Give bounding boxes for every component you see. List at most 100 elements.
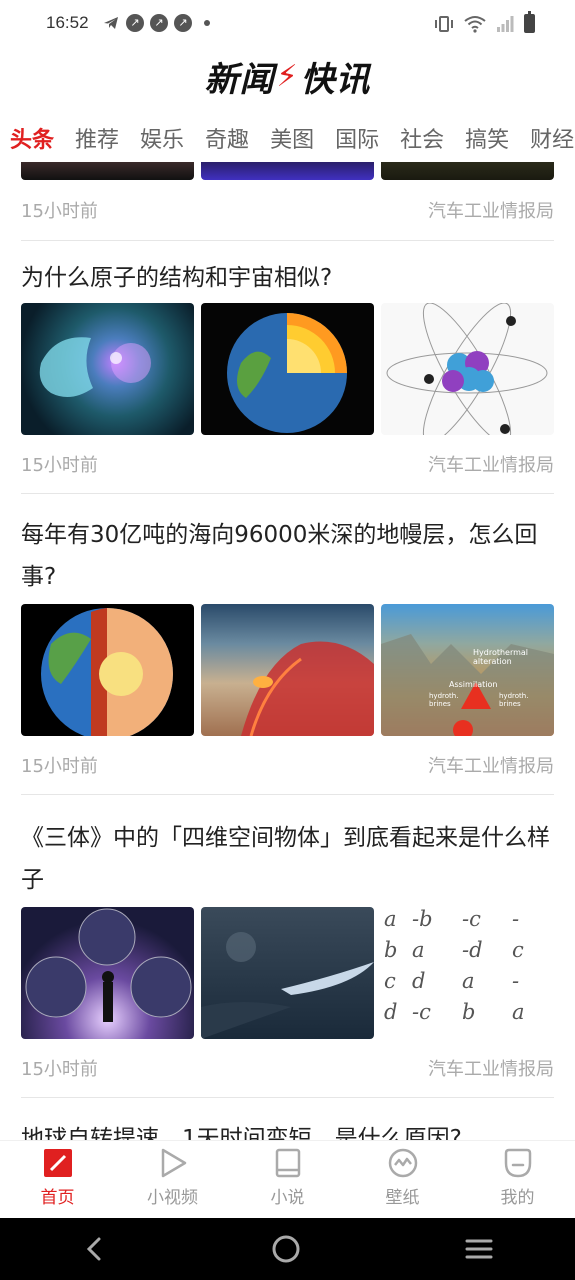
matrix-cell: b bbox=[462, 1000, 476, 1024]
article-title[interactable]: 《三体》中的「四维空间物体」到底看起来是什么样子 bbox=[0, 795, 575, 907]
subduction-image[interactable] bbox=[201, 604, 374, 736]
article-time: 15小时前 bbox=[21, 201, 98, 222]
logo-text-1: 新闻 bbox=[204, 60, 275, 100]
article-title[interactable]: 地球自转提速，1天时间变短，是什么原因? bbox=[0, 1098, 575, 1140]
atom-model-image[interactable] bbox=[381, 303, 554, 435]
matrix-cell: c bbox=[512, 938, 524, 962]
status-time: 16:52 bbox=[46, 13, 89, 32]
app-notification-icon: ↗ bbox=[150, 14, 168, 32]
article-meta: 15小时前 汽车工业情报局 bbox=[0, 180, 575, 240]
matrix-cell: a bbox=[412, 938, 425, 962]
article-card[interactable]: 《三体》中的「四维空间物体」到底看起来是什么样子 a -b -c - b a -d c cd… bbox=[0, 795, 575, 1097]
back-icon[interactable] bbox=[81, 1235, 109, 1263]
hydro-label: Hydrothermal alteration bbox=[473, 648, 529, 666]
matrix-cell: - bbox=[512, 907, 520, 931]
article-meta: 15小时前 汽车工业情报局 bbox=[0, 1039, 575, 1097]
nav-profile[interactable]: 我的 bbox=[460, 1141, 575, 1218]
earth-layers-image[interactable] bbox=[21, 604, 194, 736]
article-image[interactable] bbox=[381, 162, 554, 180]
matrix-cell: a bbox=[512, 1000, 525, 1024]
tab-headlines[interactable]: 头条 bbox=[10, 112, 54, 162]
news-feed[interactable]: 15小时前 汽车工业情报局 为什么原子的结构和宇宙相似? 15小时前 汽车工业情… bbox=[0, 162, 575, 1140]
app-notification-icon: ↗ bbox=[126, 14, 144, 32]
matrix-cell: a bbox=[384, 907, 397, 931]
article-time: 15小时前 bbox=[21, 1059, 98, 1080]
home-icon bbox=[43, 1149, 72, 1177]
nav-home-label: 首页 bbox=[40, 1188, 75, 1208]
article-card[interactable]: 每年有30亿吨的海向96000米深的地幔层，怎么回事? Hydrothermal… bbox=[0, 494, 575, 794]
assimilation-label: Assimilation bbox=[449, 680, 498, 689]
signal-icon bbox=[497, 15, 514, 32]
article-time: 15小时前 bbox=[21, 455, 98, 476]
tab-finance[interactable]: 财经 bbox=[530, 112, 574, 162]
tab-curiosities[interactable]: 奇趣 bbox=[205, 112, 249, 162]
status-bar: 16:52 ↗ ↗ ↗ bbox=[0, 0, 575, 48]
book-icon bbox=[275, 1148, 300, 1178]
wallpaper-icon bbox=[388, 1148, 417, 1178]
tab-funny[interactable]: 搞笑 bbox=[465, 112, 509, 162]
article-source[interactable]: 汽车工业情报局 bbox=[428, 1055, 554, 1081]
article-source[interactable]: 汽车工业情报局 bbox=[428, 752, 554, 778]
matrix-cell: -d bbox=[462, 938, 483, 962]
matrix-cell: a bbox=[462, 969, 475, 993]
wifi-icon bbox=[464, 15, 486, 33]
play-icon bbox=[161, 1148, 186, 1178]
nav-novel-label: 小说 bbox=[270, 1188, 305, 1208]
hydrothermal-diagram-image[interactable]: Hydrothermal alteration Assimilation hyd… bbox=[381, 604, 554, 736]
matrix-cell: d bbox=[412, 969, 426, 993]
spaceship-image[interactable] bbox=[201, 907, 374, 1039]
nav-home[interactable]: 首页 bbox=[0, 1141, 115, 1218]
system-navigation-bar bbox=[0, 1218, 575, 1280]
battery-icon bbox=[524, 11, 535, 33]
lightning-icon: ⚡ bbox=[276, 59, 299, 94]
status-notification-icons: ↗ ↗ ↗ bbox=[102, 14, 210, 32]
article-images: Hydrothermal alteration Assimilation hyd… bbox=[0, 604, 575, 736]
tab-international[interactable]: 国际 bbox=[335, 112, 379, 162]
matrix-cell: -c bbox=[462, 907, 481, 931]
bottom-navigation: 首页 小视频 小说 壁纸 我的 bbox=[0, 1140, 575, 1218]
matrix-cell: - bbox=[512, 969, 520, 993]
article-title[interactable]: 每年有30亿吨的海向96000米深的地幔层，怎么回事? bbox=[0, 494, 575, 604]
status-system-icons bbox=[434, 11, 535, 33]
tab-recommended[interactable]: 推荐 bbox=[75, 112, 119, 162]
home-circle-icon[interactable] bbox=[271, 1234, 301, 1264]
article-time: 15小时前 bbox=[21, 756, 98, 777]
article-title[interactable]: 为什么原子的结构和宇宙相似? bbox=[0, 241, 575, 303]
matrix-cell: -b bbox=[412, 907, 433, 931]
more-notifications-icon bbox=[204, 20, 210, 26]
nav-wallpaper-label: 壁纸 bbox=[385, 1188, 420, 1208]
nav-short-video-label: 小视频 bbox=[147, 1188, 198, 1208]
app-header: 新闻 ⚡ 快讯 bbox=[0, 52, 575, 102]
four-spheres-image[interactable] bbox=[21, 907, 194, 1039]
nav-profile-label: 我的 bbox=[500, 1188, 535, 1208]
tab-photos[interactable]: 美图 bbox=[270, 112, 314, 162]
profile-icon bbox=[504, 1148, 531, 1178]
matrix-letters-image[interactable]: a -b -c - b a -d c cda- d -c b a bbox=[381, 907, 554, 1039]
app-notification-icon: ↗ bbox=[174, 14, 192, 32]
nav-wallpaper[interactable]: 壁纸 bbox=[345, 1141, 460, 1218]
tab-society[interactable]: 社会 bbox=[400, 112, 444, 162]
article-source[interactable]: 汽车工业情报局 bbox=[428, 197, 554, 223]
matrix-cell: c bbox=[384, 969, 396, 993]
article-meta: 15小时前 汽车工业情报局 bbox=[0, 736, 575, 794]
article-meta: 15小时前 汽车工业情报局 bbox=[0, 435, 575, 493]
brines-label-2: hydroth. brines bbox=[499, 692, 529, 708]
category-tabs: 头条 推荐 娱乐 奇趣 美图 国际 社会 搞笑 财经 bbox=[0, 112, 575, 162]
matrix-cell: -c bbox=[412, 1000, 431, 1024]
nav-novel[interactable]: 小说 bbox=[230, 1141, 345, 1218]
telegram-icon bbox=[104, 17, 118, 29]
partial-article-images[interactable] bbox=[0, 162, 575, 180]
article-images bbox=[0, 303, 575, 435]
matrix-cell: d bbox=[384, 1000, 398, 1024]
earth-core-image[interactable] bbox=[201, 303, 374, 435]
cosmic-face-image[interactable] bbox=[21, 303, 194, 435]
tab-entertainment[interactable]: 娱乐 bbox=[140, 112, 184, 162]
article-image[interactable] bbox=[201, 162, 374, 180]
article-image[interactable] bbox=[21, 162, 194, 180]
article-source[interactable]: 汽车工业情报局 bbox=[428, 451, 554, 477]
brines-label-1: hydroth. brines bbox=[429, 692, 459, 708]
nav-short-video[interactable]: 小视频 bbox=[115, 1141, 230, 1218]
article-images: a -b -c - b a -d c cda- d -c b a bbox=[0, 907, 575, 1039]
recents-icon[interactable] bbox=[464, 1234, 494, 1264]
article-card[interactable]: 为什么原子的结构和宇宙相似? 15小时前 汽车工业情报局 bbox=[0, 241, 575, 493]
